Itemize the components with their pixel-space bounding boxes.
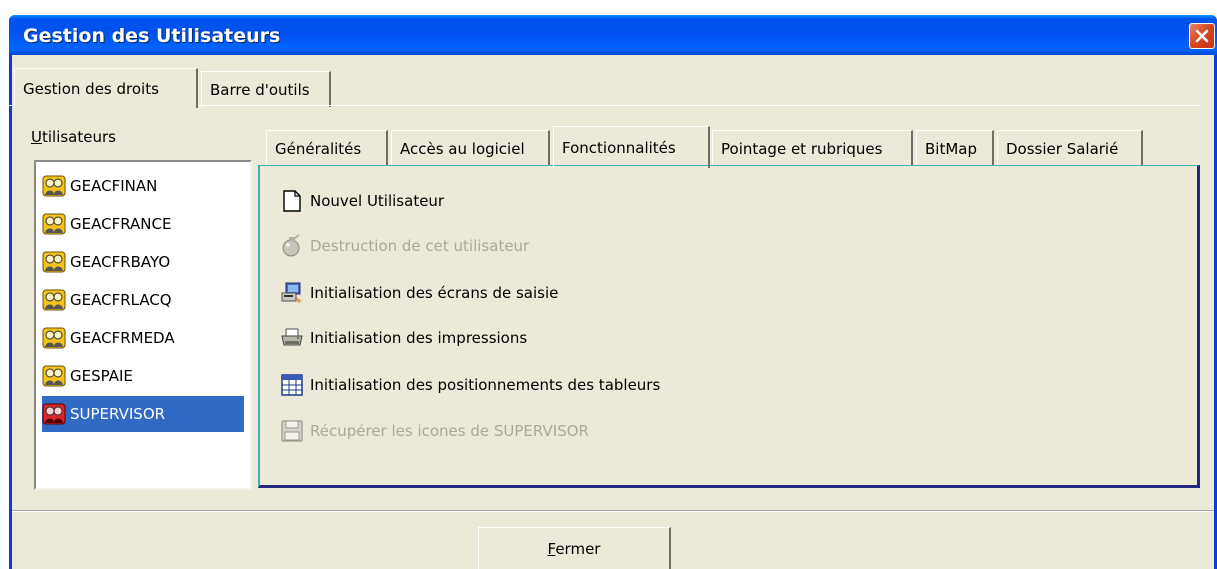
group-icon bbox=[42, 175, 66, 197]
title-bar[interactable]: Gestion des Utilisateurs bbox=[9, 15, 1217, 55]
user-name: SUPERVISOR bbox=[70, 405, 166, 423]
printer-icon bbox=[281, 328, 303, 346]
tab-barre-d-outils[interactable]: Barre d'outils bbox=[201, 71, 331, 107]
initialisation-ecrans-button[interactable]: Initialisation des écrans de saisie bbox=[280, 278, 558, 308]
initialisation-tableurs-button[interactable]: Initialisation des positionnements des t… bbox=[280, 370, 660, 400]
user-listbox[interactable]: GEACFINAN GEACFRANCE GEACFRBAYO GEACFRLA… bbox=[34, 160, 252, 490]
function-label: Initialisation des positionnements des t… bbox=[310, 376, 661, 394]
tab-label: Accès au logiciel bbox=[400, 139, 525, 158]
tab-generalites[interactable]: Généralités bbox=[266, 130, 388, 166]
bomb-icon bbox=[282, 234, 300, 257]
user-name: GEACFRMEDA bbox=[70, 329, 175, 347]
group-icon bbox=[42, 327, 66, 349]
tab-label: Fonctionnalités bbox=[562, 138, 676, 157]
tab-bitmap[interactable]: BitMap bbox=[916, 130, 994, 166]
users-label: Utilisateurs bbox=[31, 128, 116, 146]
spreadsheet-icon bbox=[281, 374, 303, 396]
tab-pointage-et-rubriques[interactable]: Pointage et rubriques bbox=[712, 130, 913, 166]
user-item-geacfrmeda[interactable]: GEACFRMEDA bbox=[42, 320, 244, 356]
group-icon bbox=[42, 289, 66, 311]
initialisation-impressions-button[interactable]: Initialisation des impressions bbox=[280, 323, 527, 353]
tab-label: Gestion des droits bbox=[23, 79, 159, 98]
tab-acces-au-logiciel[interactable]: Accès au logiciel bbox=[391, 130, 550, 166]
tab-label: BitMap bbox=[925, 139, 977, 158]
group-icon bbox=[42, 365, 66, 387]
nouvel-utilisateur-button[interactable]: Nouvel Utilisateur bbox=[280, 186, 444, 216]
recuperer-icones-button[interactable]: Récupérer les icones de SUPERVISOR bbox=[280, 416, 589, 446]
user-name: GEACFRLACQ bbox=[70, 291, 172, 309]
tab-label: Généralités bbox=[275, 139, 362, 158]
user-item-geacfrlacq[interactable]: GEACFRLACQ bbox=[42, 282, 244, 318]
group-icon bbox=[42, 251, 66, 273]
tab-panel-fonctionnalites: Nouvel Utilisateur Destruction de cet ut… bbox=[258, 165, 1200, 488]
monitor-icon bbox=[281, 282, 302, 303]
tab-label: Pointage et rubriques bbox=[721, 139, 883, 158]
tab-label: Dossier Salarié bbox=[1006, 139, 1119, 158]
group-red-icon bbox=[42, 403, 66, 425]
destruction-utilisateur-button[interactable]: Destruction de cet utilisateur bbox=[280, 231, 529, 261]
tab-gestion-des-droits[interactable]: Gestion des droits bbox=[14, 68, 198, 108]
user-name: GEACFINAN bbox=[70, 177, 158, 195]
window-title: Gestion des Utilisateurs bbox=[23, 25, 281, 47]
footer-separator bbox=[12, 510, 1214, 512]
group-icon bbox=[42, 213, 66, 235]
user-item-geacfinan[interactable]: GEACFINAN bbox=[42, 168, 244, 204]
user-item-geacfrance[interactable]: GEACFRANCE bbox=[42, 206, 244, 242]
user-item-gespaie[interactable]: GESPAIE bbox=[42, 358, 244, 394]
function-label: Initialisation des impressions bbox=[310, 329, 528, 347]
fermer-label: Fermer bbox=[547, 539, 601, 558]
floppy-disk-icon bbox=[281, 420, 303, 442]
tab-label: Barre d'outils bbox=[210, 80, 310, 99]
tab-fonctionnalites[interactable]: Fonctionnalités bbox=[553, 126, 710, 168]
function-label: Destruction de cet utilisateur bbox=[310, 237, 530, 255]
function-label: Récupérer les icones de SUPERVISOR bbox=[310, 422, 589, 440]
tab-dossier-salarie[interactable]: Dossier Salarié bbox=[997, 130, 1143, 166]
function-label: Initialisation des écrans de saisie bbox=[310, 284, 559, 302]
function-label: Nouvel Utilisateur bbox=[310, 192, 445, 210]
user-item-geacfrbayo[interactable]: GEACFRBAYO bbox=[42, 244, 244, 280]
new-document-icon bbox=[283, 190, 301, 212]
fermer-button[interactable]: Fermer bbox=[478, 527, 671, 569]
user-name: GEACFRBAYO bbox=[70, 253, 171, 271]
close-icon bbox=[1195, 29, 1209, 43]
user-name: GESPAIE bbox=[70, 367, 133, 385]
close-window-button[interactable] bbox=[1189, 23, 1215, 49]
user-name: GEACFRANCE bbox=[70, 215, 172, 233]
user-item-supervisor[interactable]: SUPERVISOR bbox=[42, 396, 244, 432]
